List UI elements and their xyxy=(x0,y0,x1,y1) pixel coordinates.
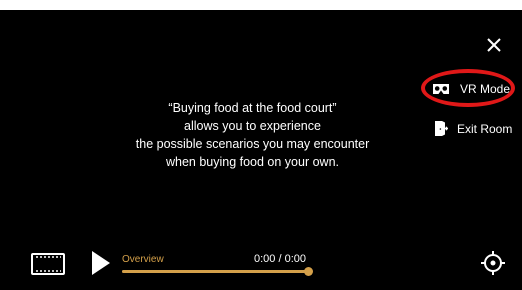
play-button[interactable] xyxy=(92,251,110,275)
progress-bar[interactable] xyxy=(122,267,313,276)
exit-room-button[interactable]: Exit Room xyxy=(434,120,512,137)
chapters-button[interactable] xyxy=(31,253,65,275)
description-line: allows you to experience xyxy=(184,119,321,133)
progress-fill xyxy=(122,270,308,273)
chapter-title: Overview xyxy=(122,254,164,265)
description-line: “Buying food at the food court” xyxy=(168,101,337,115)
vr-mode-highlight xyxy=(421,69,515,107)
film-strip-icon xyxy=(35,256,61,258)
close-icon xyxy=(487,38,501,52)
progress-thumb[interactable] xyxy=(303,267,313,276)
exit-room-label: Exit Room xyxy=(457,121,513,136)
recenter-button[interactable] xyxy=(480,250,506,276)
close-button[interactable] xyxy=(483,34,505,56)
top-border xyxy=(0,0,522,10)
description-line: when buying food on your own. xyxy=(165,155,340,169)
description-line: the possible scenarios you may encounter xyxy=(135,137,370,151)
recenter-target-icon xyxy=(481,251,505,275)
player-controls: Overview 0:00 / 0:00 xyxy=(0,240,522,290)
scenario-description: “Buying food at the food court” allows y… xyxy=(100,99,405,171)
film-strip-icon-bottom xyxy=(35,270,61,272)
vr-player-screen: VR Mode Exit Room “Buying food at the fo… xyxy=(0,0,522,290)
exit-door-icon xyxy=(434,120,448,137)
time-display: 0:00 / 0:00 xyxy=(254,253,306,265)
